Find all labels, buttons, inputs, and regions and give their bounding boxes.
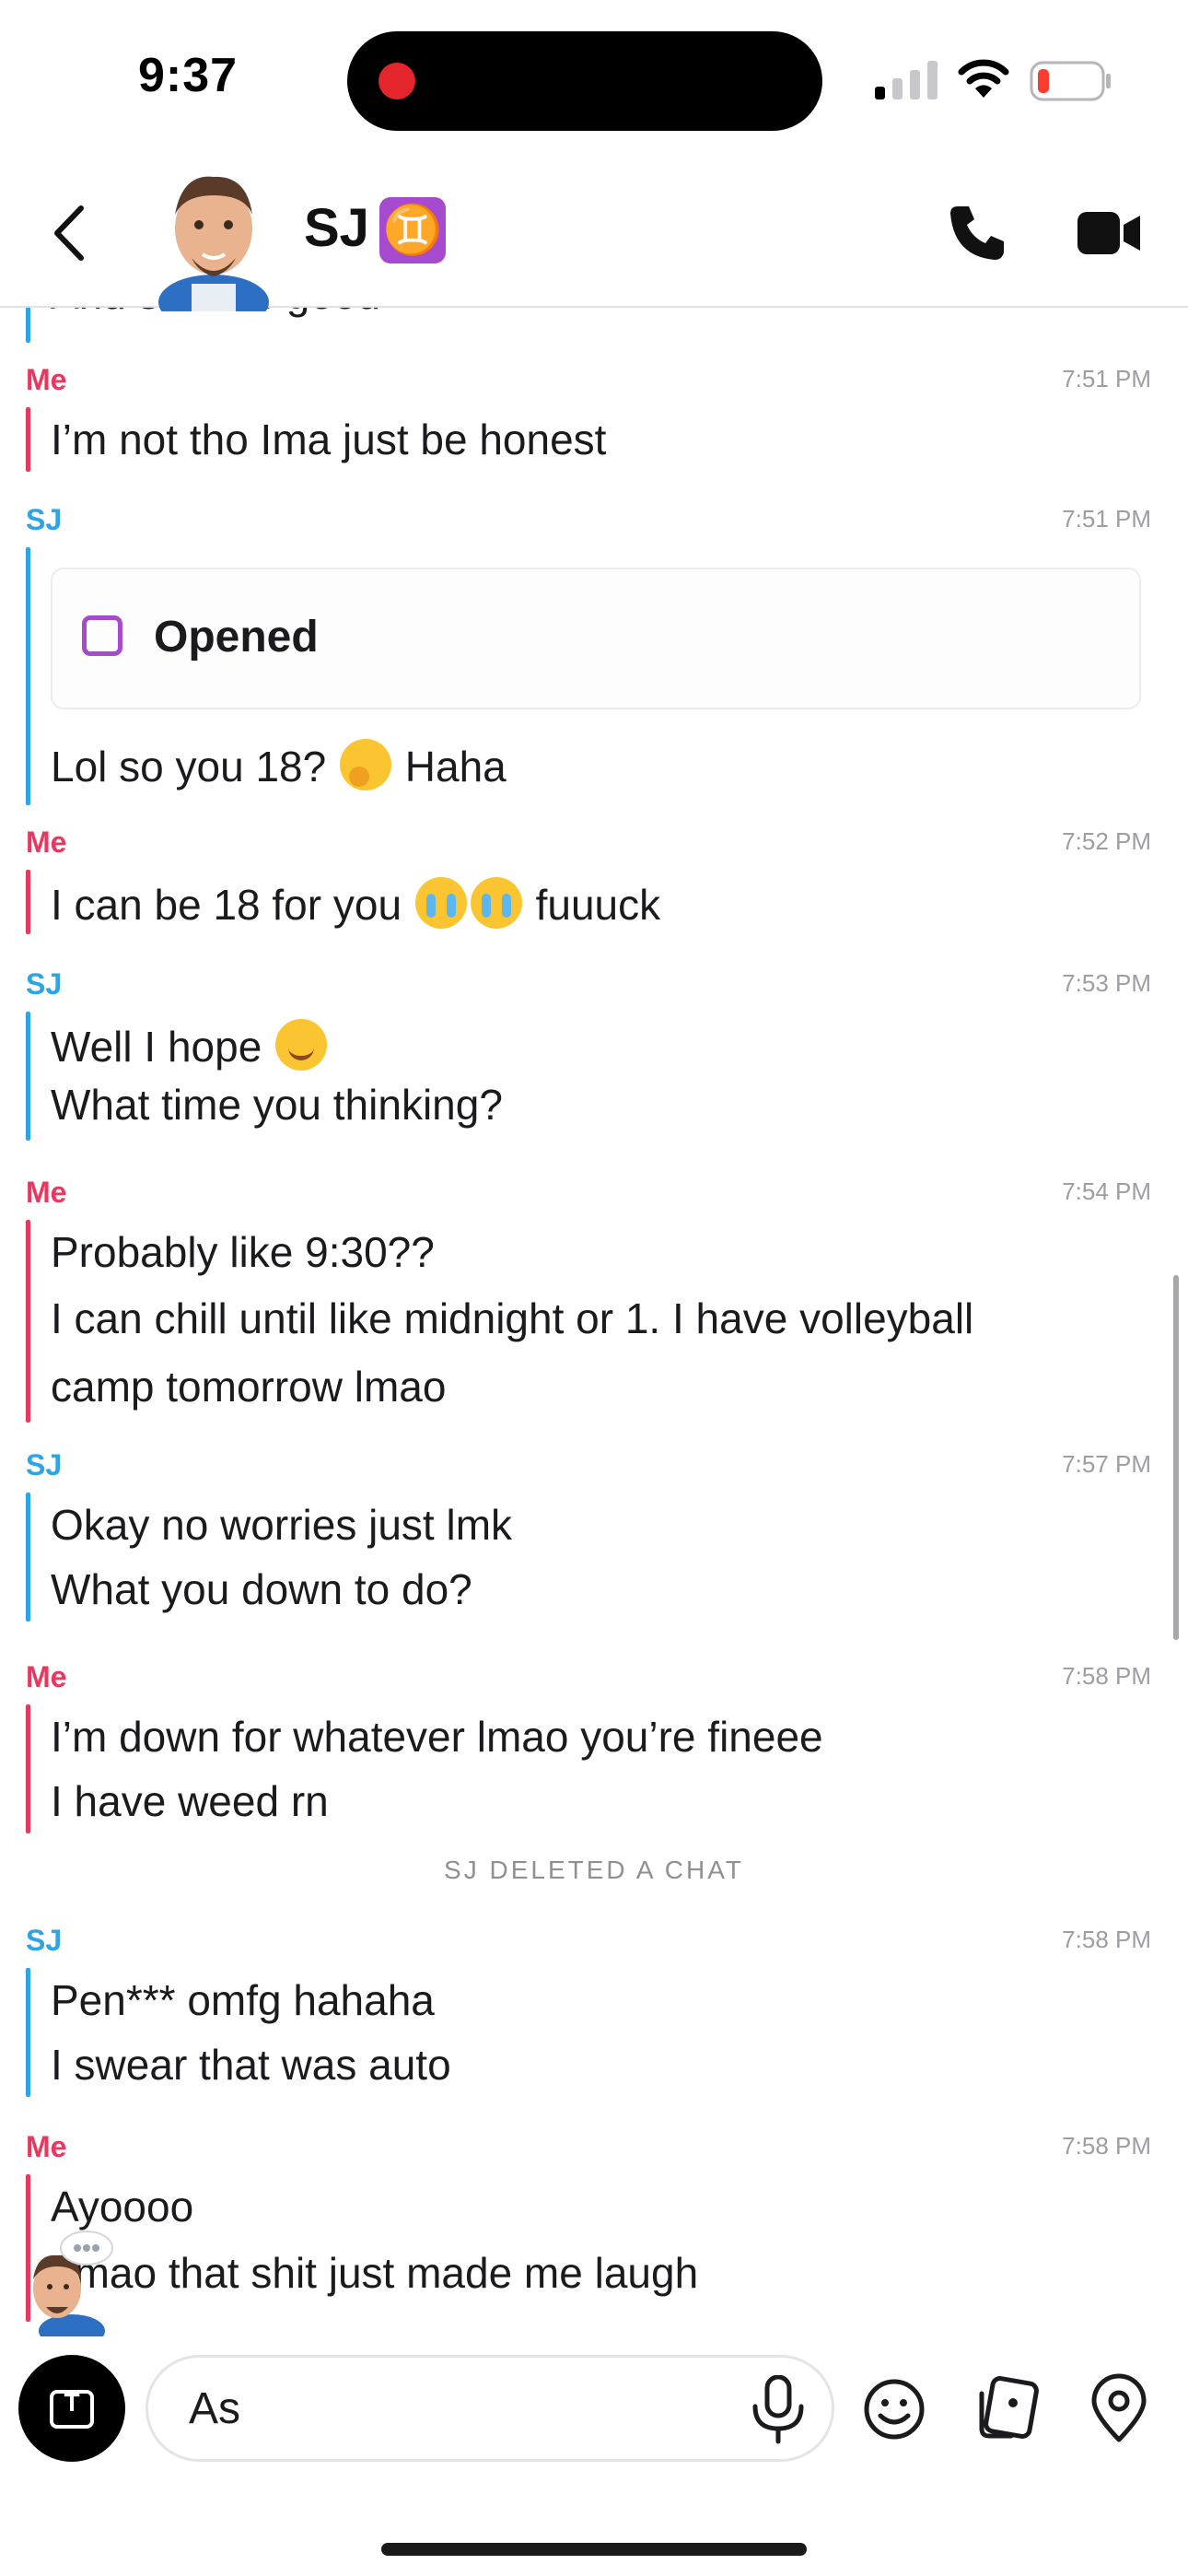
message-line: I’m not tho Ima just be honest [51,416,607,463]
message-line: Lol so you 18? Haha [51,739,507,791]
message-timestamp: 7:51 PM [1062,505,1151,533]
sender-label: SJ [26,967,63,1001]
scroll-indicator[interactable] [1173,1275,1179,1640]
message-line: What you down to do? [51,1565,472,1613]
message-text: Haha [404,743,507,790]
chat-header: SJ ♊ [0,157,1188,311]
back-chevron-icon[interactable] [46,203,98,263]
location-pin-icon[interactable] [1087,2373,1151,2443]
sender-bar [26,1220,30,1423]
sender-bar [26,547,30,805]
message-line: Well I hope [51,1019,329,1071]
opened-snap-icon [82,615,122,656]
message-composer: T [0,2336,1188,2576]
hand-over-mouth-emoji-icon [340,739,392,790]
status-time: 9:37 [138,49,239,102]
sender-label: Me [26,2130,67,2163]
sender-label: Me [26,825,67,859]
sender-label: SJ [26,1924,63,1957]
message-line: I can chill until like midnight or 1. I … [51,1294,974,1342]
message-line: I can be 18 for you fuuuck [51,877,660,930]
chat-message: SJ 7:58 PM Pen*** omfg hahaha I swear th… [0,1924,1188,2097]
snap-status: Opened [154,613,319,662]
status-bar: 9:37 [0,0,1188,157]
smiling-face-emoji-icon [275,1019,328,1071]
sender-bar [26,1012,30,1141]
message-timestamp: 7:51 PM [1062,365,1151,392]
message-line: Okay no worries just lmk [51,1501,513,1549]
cellular-signal-icon [875,61,938,100]
phone-call-icon[interactable] [949,203,1007,262]
message-text: I can be 18 for you [51,881,402,929]
sender-bar [26,306,30,343]
microphone-icon[interactable] [748,2375,809,2445]
chat-message: Me 7:58 PM Ayoooo Lmao that shit just ma… [0,2130,1188,2336]
message-timestamp: 7:54 PM [1062,1177,1151,1205]
message-text: Lol so you 18? [51,743,327,790]
dynamic-island [347,31,822,131]
message-timestamp: 7:52 PM [1062,827,1151,855]
sender-label: SJ [26,1448,63,1481]
camera-button[interactable]: T [18,2355,125,2462]
message-timestamp: 7:57 PM [1062,1450,1151,1478]
message-line: camp tomorrow lmao [51,1363,447,1411]
home-indicator[interactable] [381,2543,807,2556]
loudly-crying-emoji-icon [470,877,522,929]
message-line: Pen*** omfg hahaha [51,1976,435,2024]
message-text: fuuuck [535,881,661,929]
chat-message: Me 7:52 PM I can be 18 for you fuuuck [0,825,1188,934]
chat-feed[interactable]: And sounds good Me 7:51 PM I’m not tho I… [0,306,1188,2336]
chat-title[interactable]: SJ [304,197,369,259]
wifi-icon [958,59,1009,98]
chat-input[interactable] [146,2355,834,2462]
sender-bar [26,1968,30,2097]
recording-dot-icon [379,63,415,100]
message-line: I’m down for whatever lmao you’re fineee [51,1713,823,1761]
message-timestamp: 7:58 PM [1062,1926,1151,1953]
memories-cards-icon[interactable] [974,2375,1041,2441]
chat-message: SJ 7:53 PM Well I hope What time you thi… [0,967,1188,1141]
video-call-icon[interactable] [1077,208,1142,258]
chat-message: Me 7:54 PM Probably like 9:30?? I can ch… [0,1176,1188,1423]
chat-message: SJ 7:51 PM Opened Lol so you 18? Haha [0,503,1188,807]
sender-bar [26,407,30,472]
sender-bar [26,1493,30,1622]
sender-bar [26,1704,30,1833]
sender-label: Me [26,1176,67,1209]
sender-label: Me [26,1660,67,1693]
chat-message: SJ 7:57 PM Okay no worries just lmk What… [0,1448,1188,1622]
message-line: I swear that was auto [51,2041,451,2089]
sender-label: Me [26,363,67,396]
deleted-chat-notice: SJ DELETED A CHAT [444,1856,744,1884]
message-timestamp: 7:53 PM [1062,969,1151,997]
message-timestamp: 7:58 PM [1062,2132,1151,2160]
message-line: What time you thinking? [51,1081,503,1129]
opened-snap-card[interactable]: Opened [51,568,1141,709]
chat-message: Me 7:51 PM I’m not tho Ima just be hones… [0,363,1188,472]
message-line: Ayoooo [51,2183,194,2231]
friend-bitmoji-avatar[interactable] [155,164,273,311]
sender-bar [26,870,30,934]
chat-message: Me 7:58 PM I’m down for whatever lmao yo… [0,1660,1188,1833]
battery-low-icon [1030,61,1111,101]
emoji-smiley-icon[interactable] [862,2377,926,2441]
loudly-crying-emoji-icon [414,877,467,929]
sender-label: SJ [26,503,63,536]
message-timestamp: 7:58 PM [1062,1662,1151,1690]
message-line: Lmao that shit just made me laugh [51,2249,699,2297]
message-line: Probably like 9:30?? [51,1228,435,1276]
message-text: Well I hope [51,1023,262,1071]
message-line: I have weed rn [51,1777,329,1825]
typing-bitmoji-icon [33,2231,113,2336]
gemini-zodiac-icon: ♊ [379,197,446,263]
